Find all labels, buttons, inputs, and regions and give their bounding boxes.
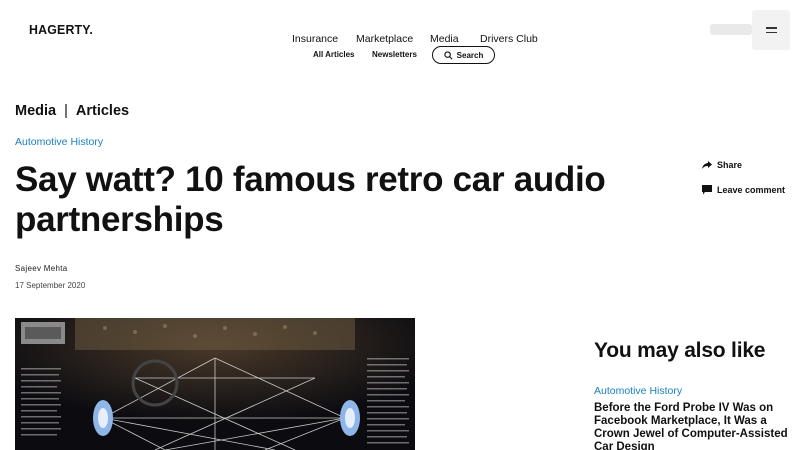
share-button[interactable]: Share	[702, 160, 742, 170]
hagerty-logo[interactable]: HAGERTY.	[29, 22, 93, 37]
nav-drivers-club[interactable]: Drivers Club	[480, 33, 538, 45]
nav-marketplace[interactable]: Marketplace	[356, 33, 413, 45]
article-title: Say watt? 10 famous retro car audio part…	[15, 160, 606, 239]
nav-media[interactable]: Media	[430, 33, 459, 45]
related-category-link[interactable]: Automotive History	[594, 385, 682, 397]
leave-comment-button[interactable]: Leave comment	[702, 185, 785, 195]
related-article-title[interactable]: Before the Ford Probe IV Was on Facebook…	[594, 402, 794, 450]
breadcrumb-separator: |	[64, 103, 68, 119]
menu-button[interactable]	[752, 10, 790, 50]
search-button[interactable]: Search	[432, 46, 495, 64]
search-label: Search	[456, 50, 484, 60]
hamburger-menu-icon	[765, 27, 777, 29]
you-may-also-like-heading: You may also like	[594, 339, 766, 362]
nav-all-articles[interactable]: All Articles	[313, 50, 355, 59]
share-arrow-icon	[702, 161, 712, 169]
breadcrumb-media[interactable]: Media	[15, 103, 56, 119]
account-placeholder[interactable]	[710, 24, 752, 35]
hero-illustration	[15, 318, 415, 450]
breadcrumb-articles[interactable]: Articles	[76, 103, 129, 119]
nav-newsletters[interactable]: Newsletters	[372, 50, 417, 59]
comment-bubble-icon	[702, 185, 712, 195]
article-hero-image	[15, 318, 415, 450]
nav-insurance[interactable]: Insurance	[292, 33, 338, 45]
search-icon	[444, 50, 453, 59]
share-label: Share	[717, 160, 743, 170]
article-category-link[interactable]: Automotive History	[15, 136, 103, 148]
article-author[interactable]: Sajeev Mehta	[15, 264, 68, 273]
article-date: 17 September 2020	[15, 281, 86, 290]
comment-label: Leave comment	[717, 185, 786, 195]
breadcrumb: Media | Articles	[15, 103, 129, 119]
